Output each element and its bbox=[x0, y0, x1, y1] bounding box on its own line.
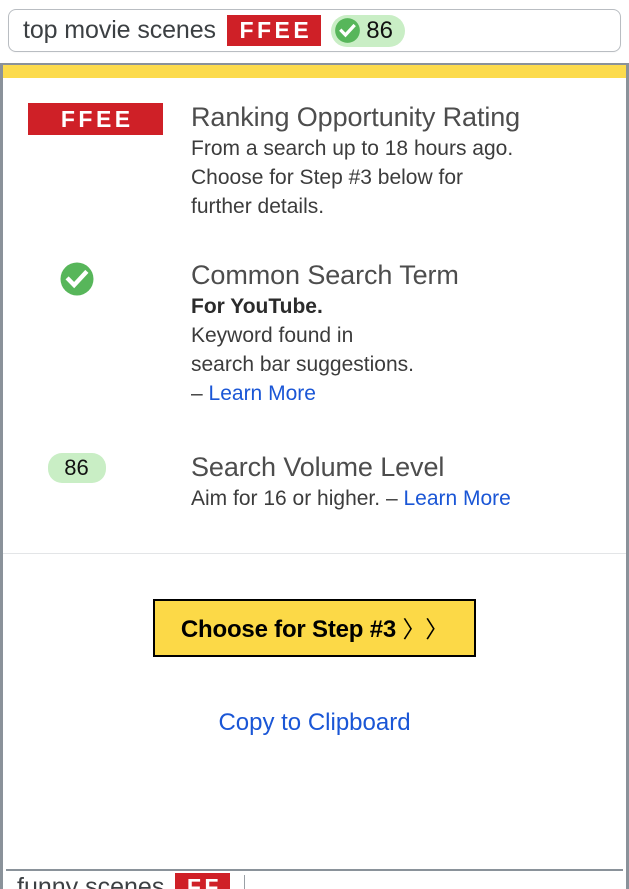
next-keyword-row-content: funny scenes FF bbox=[17, 873, 245, 889]
row-detail-line: Keyword found in bbox=[191, 324, 354, 347]
search-input[interactable]: top movie scenes bbox=[23, 16, 216, 45]
aim-text: Aim for 16 or higher. bbox=[191, 487, 381, 510]
row-icon-slot bbox=[28, 258, 191, 297]
learn-more-link[interactable]: Learn More bbox=[209, 382, 316, 405]
row-title: Common Search Term bbox=[191, 260, 459, 290]
details-panel: FFEE Ranking Opportunity Rating From a s… bbox=[0, 63, 629, 889]
info-row-common-search-term: Common Search Term For YouTube. Keyword … bbox=[3, 258, 626, 408]
row-detail-line: Choose for Step #3 below for bbox=[191, 166, 463, 189]
info-row-ranking-opportunity: FFEE Ranking Opportunity Rating From a s… bbox=[3, 100, 626, 221]
row-learn-more-line: Aim for 16 or higher. – Learn More bbox=[191, 484, 612, 513]
copy-to-clipboard-link[interactable]: Copy to Clipboard bbox=[3, 709, 626, 737]
row-learn-more-line: – Learn More bbox=[191, 379, 612, 408]
row-icon-slot: FFEE bbox=[28, 100, 191, 135]
row-detail-line: From a search up to 18 hours ago. bbox=[191, 137, 514, 160]
text-cursor bbox=[243, 874, 245, 889]
score-value: 86 bbox=[366, 16, 393, 44]
row-icon-slot: 86 bbox=[28, 450, 191, 483]
panel-accent-bar bbox=[3, 65, 626, 78]
row-title: Search Volume Level bbox=[191, 452, 445, 482]
grade-badge: FFEE bbox=[226, 15, 322, 46]
row-body: Ranking Opportunity Rating From a search… bbox=[191, 100, 612, 221]
panel-actions: Choose for Step #3 〉〉 Copy to Clipboard bbox=[3, 554, 626, 737]
grade-badge: FFEE bbox=[28, 103, 163, 135]
row-title: Ranking Opportunity Rating bbox=[191, 102, 521, 132]
next-keyword-text: funny scenes bbox=[17, 873, 165, 889]
next-keyword-row[interactable]: funny scenes FF bbox=[6, 869, 623, 889]
double-chevron-right-icon: 〉〉 bbox=[402, 616, 449, 642]
info-rows: FFEE Ranking Opportunity Rating From a s… bbox=[3, 78, 626, 737]
learn-more-link[interactable]: Learn More bbox=[403, 487, 510, 510]
search-input-wrapper[interactable]: top movie scenes FFEE 86 bbox=[8, 9, 621, 52]
green-check-icon bbox=[335, 18, 361, 43]
extension-popup: top movie scenes FFEE 86 FFEE Ranking Op… bbox=[0, 0, 629, 889]
choose-for-step-3-button[interactable]: Choose for Step #3 〉〉 bbox=[152, 599, 477, 657]
row-detail-line: search bar suggestions. bbox=[191, 353, 414, 376]
choose-button-label: Choose for Step #3 bbox=[180, 616, 397, 643]
row-body: Common Search Term For YouTube. Keyword … bbox=[191, 258, 612, 408]
search-bar-row: top movie scenes FFEE 86 bbox=[0, 0, 629, 60]
score-pill: 86 bbox=[47, 453, 106, 483]
grade-badge: FF bbox=[175, 873, 230, 889]
row-detail-line: further details. bbox=[191, 195, 325, 218]
row-platform-note: For YouTube. bbox=[191, 295, 323, 318]
green-check-icon bbox=[60, 262, 93, 296]
row-body: Search Volume Level Aim for 16 or higher… bbox=[191, 450, 612, 513]
dash-separator: – bbox=[191, 382, 203, 405]
info-row-search-volume: 86 Search Volume Level Aim for 16 or hig… bbox=[3, 450, 626, 513]
dash-separator: – bbox=[385, 487, 398, 510]
score-group: 86 bbox=[331, 14, 405, 47]
